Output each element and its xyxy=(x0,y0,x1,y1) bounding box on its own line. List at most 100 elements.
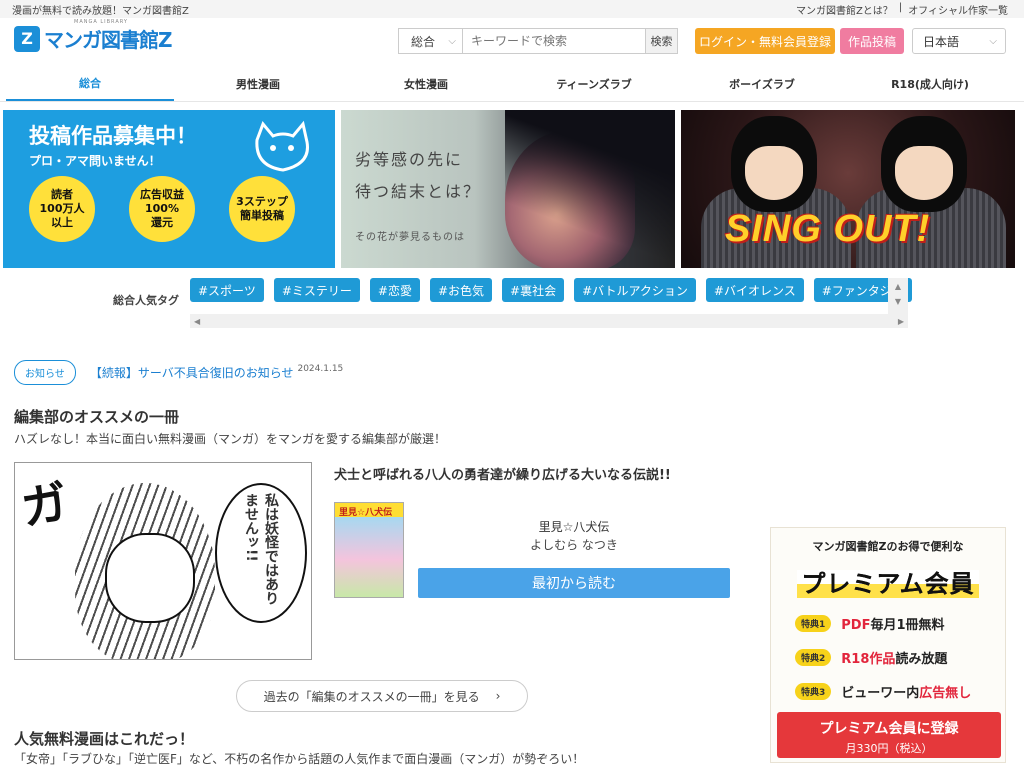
premium-perk-2: 特典2 R18作品読み放題 xyxy=(795,648,947,667)
banner-drama-line1: 劣等感の先に 待つ結末とは？ xyxy=(355,146,481,202)
tag-violence[interactable]: #バイオレンス xyxy=(705,278,804,302)
premium-title: プレミアム会員 xyxy=(771,564,1005,599)
banner-drama-line2-text: 待つ結末とは？ xyxy=(355,182,482,201)
perk-red: R18作品 xyxy=(841,652,896,667)
language-select[interactable]: 日本語 ⌵ xyxy=(912,28,1006,54)
tab-general[interactable]: 総合 xyxy=(6,66,174,101)
tag-sports[interactable]: #スポーツ xyxy=(190,278,264,302)
panel-face xyxy=(105,533,195,623)
tags-vertical-scrollbar[interactable]: ▲ ▼ xyxy=(888,278,908,314)
character-head xyxy=(731,116,817,212)
site-logo[interactable]: MANGA LIBRARY Z マンガ図書館Z xyxy=(14,19,173,53)
tag-sexy[interactable]: #お色気 xyxy=(429,278,493,302)
perk-rest: 読み放題 xyxy=(895,652,948,667)
banner-drama-line1-text: 劣等感の先に xyxy=(355,150,464,169)
character-head xyxy=(881,116,967,212)
tab-r18[interactable]: R18(成人向け) xyxy=(846,66,1014,101)
tag-battle-action[interactable]: #バトルアクション xyxy=(574,278,696,302)
book-cover[interactable]: 里見☆八犬伝 xyxy=(334,502,404,598)
tag-underworld[interactable]: #裏社会 xyxy=(502,278,565,302)
tagline: 漫画が無料で読み放題！マンガ図書館Z xyxy=(12,5,189,17)
banner-sing-out[interactable]: SING OUT! xyxy=(681,110,1015,268)
tab-mens[interactable]: 男性漫画 xyxy=(174,66,342,101)
book-title[interactable]: 里見☆八犬伝 xyxy=(418,518,730,535)
editors-pick-panel[interactable]: ガ 私は妖怪ではありませんッ!! xyxy=(14,462,312,660)
search-category-select[interactable]: 総合 ⌵ xyxy=(398,28,462,54)
scroll-up-icon[interactable]: ▲ xyxy=(888,282,908,291)
banner-drama-hair xyxy=(505,110,675,268)
scroll-left-icon[interactable]: ◀ xyxy=(194,317,200,326)
perk-red: 広告無し xyxy=(919,686,972,701)
tag-list: #スポーツ #ミステリー #恋愛 #お色気 #裏社会 #バトルアクション #バイ… xyxy=(190,278,912,304)
notice-link[interactable]: 【続報】サーバ不具合復旧のお知らせ xyxy=(90,364,294,381)
banner-drama[interactable]: 劣等感の先に 待つ結末とは？ その花が夢見るものは xyxy=(341,110,675,268)
editors-pick-title: 編集部のオススメの一冊 xyxy=(14,408,180,426)
notice-badge[interactable]: お知らせ xyxy=(14,360,76,385)
perk-badge: 特典1 xyxy=(795,615,832,632)
banner-sing-out-title: SING OUT! xyxy=(725,208,931,250)
tab-teens-love[interactable]: ティーンズラブ xyxy=(510,66,678,101)
perk-rest: ビューワー内 xyxy=(841,686,920,701)
search-bar: 総合 ⌵ 検索 xyxy=(398,28,678,54)
banner-carousel: 投稿作品募集中！ プロ・アマ問いません！ 読者 100万人 以上 広告収益 10… xyxy=(0,102,1024,268)
chevron-down-icon: ⌵ xyxy=(448,35,456,47)
banner-drama-caption: その花が夢見るものは xyxy=(355,232,465,243)
premium-perk-1: 特典1 PDF毎月1冊無料 xyxy=(795,614,945,633)
tag-romance[interactable]: #恋愛 xyxy=(369,278,420,302)
search-input[interactable] xyxy=(462,28,646,54)
post-work-button[interactable]: 作品投稿 xyxy=(840,28,904,54)
past-picks-button[interactable]: 過去の「編集のオススメの一冊」を見る › xyxy=(236,680,528,712)
banner-submission-subtitle: プロ・アマ問いません！ xyxy=(29,154,161,168)
premium-ad[interactable]: マンガ図書館Zのお得で便利な プレミアム会員 特典1 PDF毎月1冊無料 特典2… xyxy=(770,527,1006,763)
perk-red: PDF xyxy=(841,618,871,633)
scroll-down-icon[interactable]: ▼ xyxy=(888,297,908,306)
tab-boys-love[interactable]: ボーイズラブ xyxy=(678,66,846,101)
editors-pick-description: 犬士と呼ばれる八人の勇者達が繰り広げる大いなる伝説!! xyxy=(334,468,671,483)
badge-steps: 3ステップ 簡単投稿 xyxy=(229,176,295,242)
language-value: 日本語 xyxy=(923,34,960,49)
top-bar: 漫画が無料で読み放題！マンガ図書館Z マンガ図書館Zとは？ | オフィシャル作家… xyxy=(0,0,1024,18)
banner-submission-title: 投稿作品募集中！ xyxy=(29,124,197,148)
past-picks-label: 過去の「編集のオススメの一冊」を見る xyxy=(263,689,480,704)
tags-horizontal-scrollbar[interactable]: ◀ ▶ xyxy=(190,314,908,328)
header: MANGA LIBRARY Z マンガ図書館Z 総合 ⌵ 検索 ログイン・無料会… xyxy=(0,18,1024,66)
book-cover-title: 里見☆八犬伝 xyxy=(339,508,393,518)
logo-text: マンガ図書館Z xyxy=(44,28,173,52)
premium-register-label: プレミアム会員に登録 xyxy=(819,721,959,737)
perk-badge: 特典3 xyxy=(795,683,832,700)
premium-top: マンガ図書館Zのお得で便利な xyxy=(812,540,964,553)
editors-pick-subtitle: ハズレなし！本当に面白い無料漫画（マンガ）をマンガを愛する編集部が厳選！ xyxy=(14,432,447,446)
panel-speech-bubble: 私は妖怪ではありませんッ!! xyxy=(215,483,307,623)
badge-revenue: 広告収益 100% 還元 xyxy=(129,176,195,242)
perk-badge: 特典2 xyxy=(795,649,832,666)
badge-readers: 読者 100万人 以上 xyxy=(29,176,95,242)
search-category-value: 総合 xyxy=(411,34,436,49)
panel-sfx: ガ xyxy=(17,474,72,536)
separator: | xyxy=(898,1,903,13)
chevron-down-icon: ⌵ xyxy=(989,35,997,47)
category-nav: 総合 男性漫画 女性漫画 ティーンズラブ ボーイズラブ R18(成人向け) xyxy=(0,66,1024,102)
popular-subtitle: 「女帝」「ラブひな」「逆亡医F」など、不朽の名作から話題の人気作まで面白漫画（マ… xyxy=(14,752,585,766)
about-link[interactable]: マンガ図書館Zとは？ xyxy=(796,2,893,17)
search-button[interactable]: 検索 xyxy=(646,28,678,54)
perk-rest: 毎月1冊無料 xyxy=(870,618,945,633)
tab-womens[interactable]: 女性漫画 xyxy=(342,66,510,101)
logo-sub: MANGA LIBRARY xyxy=(74,19,128,25)
scroll-right-icon[interactable]: ▶ xyxy=(898,317,904,326)
book-author[interactable]: よしむら なつき xyxy=(418,536,730,553)
login-register-button[interactable]: ログイン・無料会員登録 xyxy=(695,28,835,54)
chevron-right-icon: › xyxy=(495,689,501,703)
notice-date: 2024.1.15 xyxy=(297,363,344,374)
banner-submission[interactable]: 投稿作品募集中！ プロ・アマ問いません！ 読者 100万人 以上 広告収益 10… xyxy=(3,110,335,268)
tag-mystery[interactable]: #ミステリー xyxy=(273,278,360,302)
premium-title-text: プレミアム会員 xyxy=(797,570,979,598)
notice-bar: お知らせ 【続報】サーバ不具合復旧のお知らせ 2024.1.15 xyxy=(14,360,343,385)
cat-mascot-icon xyxy=(255,120,309,172)
premium-register-button[interactable]: プレミアム会員に登録 月330円（税込） xyxy=(777,712,1001,758)
logo-mark: Z xyxy=(14,25,40,52)
popular-tags-label: 総合人気タグ xyxy=(113,294,179,307)
popular-tags: 総合人気タグ #スポーツ #ミステリー #恋愛 #お色気 #裏社会 #バトルアク… xyxy=(0,278,1024,334)
read-from-start-button[interactable]: 最初から読む xyxy=(418,568,730,598)
authors-link[interactable]: オフィシャル作家一覧 xyxy=(908,2,1008,17)
premium-price: 月330円（税込） xyxy=(845,742,933,755)
